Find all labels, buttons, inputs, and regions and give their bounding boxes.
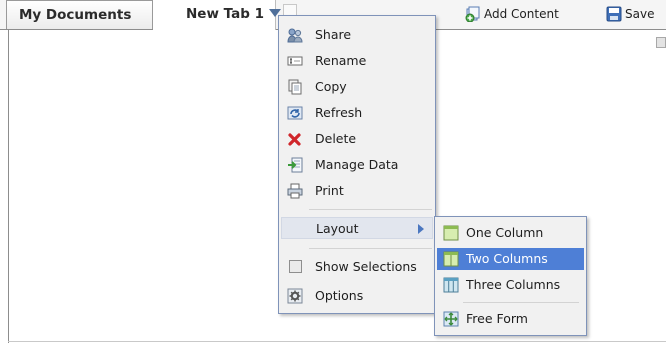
tab-my-documents[interactable]: My Documents <box>6 0 153 29</box>
menu-item-rename-label: Rename <box>315 53 367 68</box>
free-form-icon <box>443 311 459 327</box>
menu-item-delete-label: Delete <box>315 131 357 146</box>
save-label: Save <box>625 7 655 21</box>
print-icon <box>287 183 303 199</box>
menu-item-layout[interactable]: Layout <box>281 217 433 239</box>
application-window: My Documents New Tab 1 Add Content Save <box>0 0 666 343</box>
rename-icon <box>287 56 303 66</box>
menu-item-copy[interactable]: Copy <box>281 76 433 98</box>
one-column-icon <box>443 225 459 241</box>
menu-item-share-label: Share <box>315 27 352 42</box>
menu-item-delete[interactable]: Delete <box>281 128 433 150</box>
submenu-item-one-column-label: One Column <box>466 225 544 240</box>
menu-item-show-selections[interactable]: Show Selections <box>281 256 433 278</box>
submenu-item-three-columns[interactable]: Three Columns <box>437 274 584 296</box>
menu-item-print[interactable]: Print <box>281 180 433 202</box>
save-icon <box>606 6 622 22</box>
menu-item-copy-label: Copy <box>315 79 347 94</box>
menu-item-share[interactable]: Share <box>281 24 433 46</box>
menu-item-manage-data-label: Manage Data <box>315 157 399 172</box>
submenu-item-three-columns-label: Three Columns <box>466 277 561 292</box>
submenu-arrow-icon <box>418 224 424 234</box>
menu-item-options[interactable]: Options <box>281 285 433 307</box>
scrollbar-up-arrow[interactable] <box>656 37 666 48</box>
options-icon <box>287 288 303 304</box>
two-columns-icon <box>443 251 459 267</box>
menu-separator <box>309 248 432 249</box>
menu-item-show-selections-label: Show Selections <box>315 259 417 274</box>
menu-item-print-label: Print <box>315 183 344 198</box>
show-selections-checkbox[interactable] <box>289 260 302 273</box>
refresh-icon <box>287 106 303 120</box>
tab-new-tab-1[interactable]: New Tab 1 <box>153 0 276 30</box>
save-button[interactable]: Save <box>606 5 654 24</box>
menu-item-refresh[interactable]: Refresh <box>281 102 433 124</box>
menu-item-layout-label: Layout <box>316 221 359 236</box>
menu-item-refresh-label: Refresh <box>315 105 363 120</box>
submenu-item-one-column[interactable]: One Column <box>437 222 584 244</box>
add-content-label: Add Content <box>484 7 559 21</box>
layout-submenu: One Column Two Columns Three Columns Fre… <box>434 216 587 336</box>
delete-icon <box>288 133 301 146</box>
tab-my-documents-label: My Documents <box>19 7 132 23</box>
bottom-divider <box>8 341 666 342</box>
menu-item-rename[interactable]: Rename <box>281 50 433 72</box>
add-content-icon <box>465 6 480 22</box>
menu-item-options-label: Options <box>315 288 364 303</box>
submenu-separator <box>463 302 579 303</box>
submenu-item-free-form[interactable]: Free Form <box>437 308 584 330</box>
add-content-button[interactable]: Add Content <box>465 5 559 24</box>
three-columns-icon <box>443 277 459 293</box>
tab-context-menu: Share Rename Copy Refresh Delete Manage … <box>278 15 436 314</box>
tab-new-tab-1-label: New Tab 1 <box>186 6 264 22</box>
manage-data-icon <box>288 157 303 173</box>
submenu-item-two-columns[interactable]: Two Columns <box>437 248 584 270</box>
submenu-item-free-form-label: Free Form <box>466 311 528 326</box>
menu-separator <box>309 209 432 210</box>
menu-item-manage-data[interactable]: Manage Data <box>281 154 433 176</box>
copy-icon <box>288 79 302 95</box>
submenu-item-two-columns-label: Two Columns <box>466 251 548 266</box>
share-icon <box>287 28 303 43</box>
